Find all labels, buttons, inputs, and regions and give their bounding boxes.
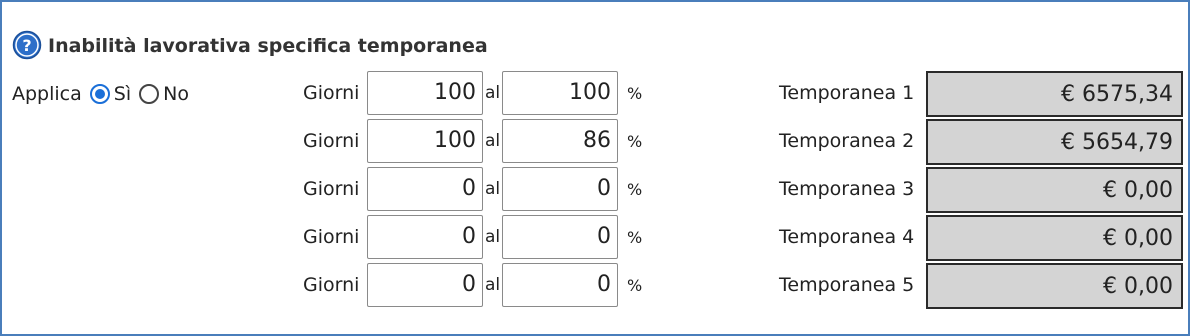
giorni-from-input[interactable]: 0 (367, 215, 483, 259)
percent-label: % (627, 228, 643, 247)
giorni-label: Giorni (303, 274, 360, 296)
giorni-from-input[interactable]: 100 (367, 71, 483, 115)
percent-label: % (627, 180, 643, 199)
al-label: al (485, 131, 501, 151)
question-circle-icon[interactable]: ? (12, 30, 42, 60)
temporanea-row: Giorni 0 al 0 % Temporanea 5 € 0,00 (0, 263, 1190, 309)
temporanea-label: Temporanea 5 (779, 274, 915, 296)
temporanea-label: Temporanea 3 (779, 178, 915, 200)
temporanea-label: Temporanea 4 (779, 226, 915, 248)
temporanea-row: Giorni 100 al 100 % Temporanea 1 € 6575,… (0, 71, 1190, 117)
giorni-from-input[interactable]: 100 (367, 119, 483, 163)
al-label: al (485, 179, 501, 199)
section-title: Inabilità lavorativa specifica temporane… (48, 35, 488, 57)
giorni-from-input[interactable]: 0 (367, 167, 483, 211)
temporanea-label: Temporanea 1 (779, 82, 915, 104)
giorni-to-input[interactable]: 0 (502, 263, 618, 307)
temporanea-label: Temporanea 2 (779, 130, 915, 152)
temporanea-row: Giorni 0 al 0 % Temporanea 3 € 0,00 (0, 167, 1190, 213)
temporanea-result: € 0,00 (926, 263, 1183, 309)
giorni-to-input[interactable]: 0 (502, 215, 618, 259)
temporanea-row: Giorni 100 al 86 % Temporanea 2 € 5654,7… (0, 119, 1190, 165)
temporanea-row: Giorni 0 al 0 % Temporanea 4 € 0,00 (0, 215, 1190, 261)
al-label: al (485, 275, 501, 295)
giorni-to-input[interactable]: 100 (502, 71, 618, 115)
percent-label: % (627, 276, 643, 295)
giorni-to-input[interactable]: 86 (502, 119, 618, 163)
temporanea-result: € 0,00 (926, 167, 1183, 213)
giorni-to-input[interactable]: 0 (502, 167, 618, 211)
percent-label: % (627, 132, 643, 151)
giorni-from-input[interactable]: 0 (367, 263, 483, 307)
giorni-label: Giorni (303, 226, 360, 248)
temporanea-result: € 6575,34 (926, 71, 1183, 117)
al-label: al (485, 83, 501, 103)
temporanea-result: € 5654,79 (926, 119, 1183, 165)
giorni-label: Giorni (303, 178, 360, 200)
temporanea-result: € 0,00 (926, 215, 1183, 261)
giorni-label: Giorni (303, 130, 360, 152)
giorni-label: Giorni (303, 82, 360, 104)
percent-label: % (627, 84, 643, 103)
svg-text:?: ? (22, 36, 31, 55)
al-label: al (485, 227, 501, 247)
